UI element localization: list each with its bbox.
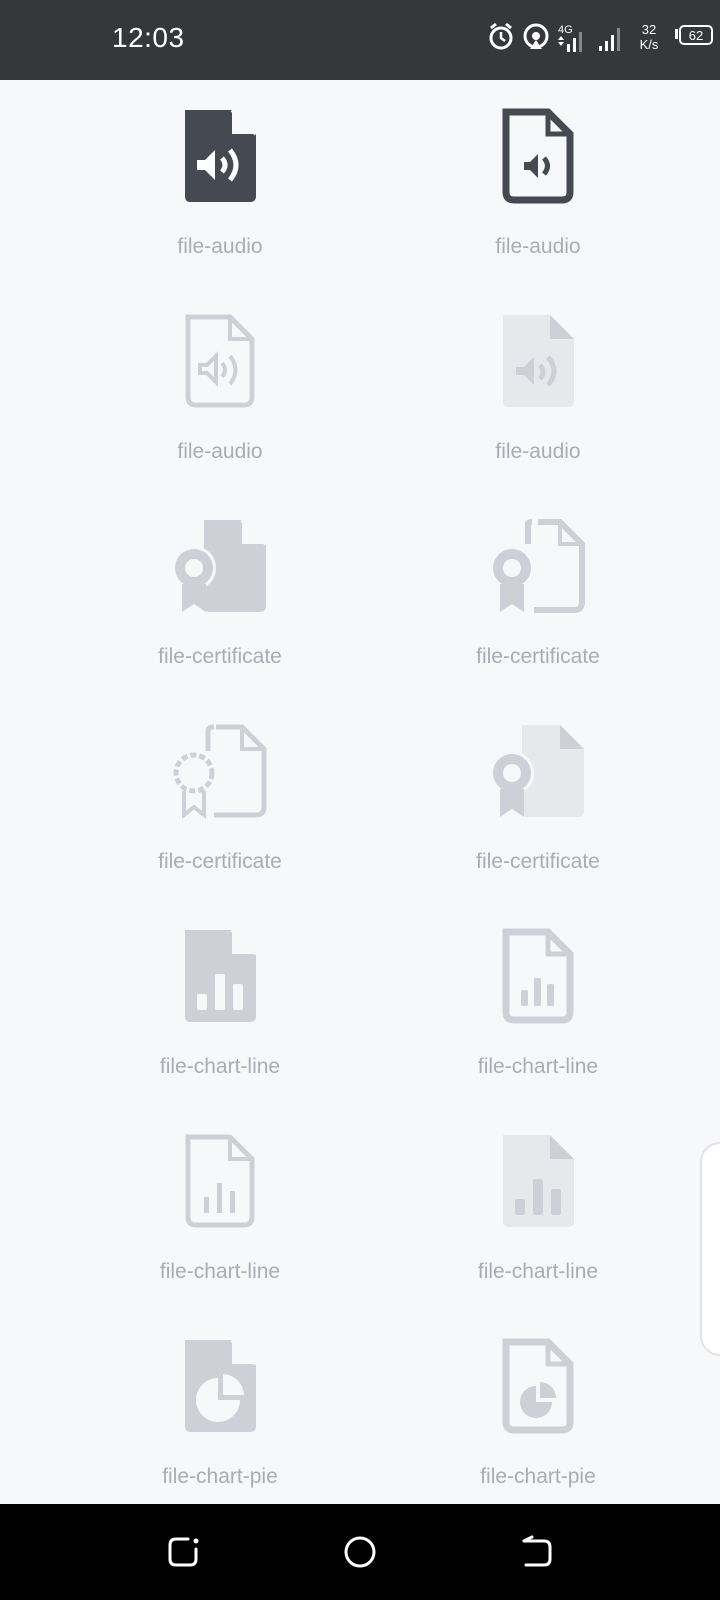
battery-icon: 62	[675, 25, 713, 45]
hotspot-icon	[523, 23, 549, 49]
back-icon[interactable]	[518, 1534, 554, 1570]
network-speed: 32 K/s	[634, 22, 664, 52]
icon-label: file-chart-line	[477, 1260, 599, 1283]
icon-label: file-chart-pie	[162, 1465, 278, 1488]
navigation-bar	[0, 1504, 720, 1600]
recents-icon[interactable]	[166, 1534, 202, 1570]
icon-card-file-audio-outline-light[interactable]: file-audio	[40, 285, 400, 490]
signal-icon	[599, 28, 620, 51]
icon-card-file-chart-line-outline-light[interactable]: file-chart-line	[40, 1105, 400, 1310]
file-chart-pie-icon	[502, 1338, 574, 1434]
icon-label: file-audio	[495, 440, 581, 463]
icon-label: file-certificate	[476, 645, 600, 668]
file-certificate-icon	[493, 519, 585, 613]
icon-card-file-certificate-outline-light[interactable]: file-certificate	[40, 695, 400, 900]
file-certificate-icon	[173, 724, 267, 819]
icon-label: file-certificate	[476, 850, 600, 873]
icon-card-file-chart-line-outline[interactable]: file-chart-line	[358, 900, 718, 1105]
icon-label: file-audio	[177, 440, 263, 463]
icon-card-file-chart-pie-solid[interactable]: file-chart-pie	[40, 1310, 400, 1504]
icon-card-file-certificate-outline[interactable]: file-certificate	[358, 490, 718, 695]
icon-card-file-audio-solid[interactable]: file-audio	[40, 80, 400, 285]
icon-card-file-chart-pie-outline[interactable]: file-chart-pie	[358, 1310, 718, 1504]
icon-label: file-chart-pie	[480, 1465, 596, 1488]
icon-card-file-chart-line-duotone[interactable]: file-chart-line	[358, 1105, 718, 1310]
icon-label: file-certificate	[158, 850, 282, 873]
file-certificate-icon	[490, 725, 584, 817]
icon-card-file-audio-outline[interactable]: file-audio	[358, 80, 718, 285]
icon-card-file-certificate-solid[interactable]: file-certificate	[40, 490, 400, 695]
icon-card-file-certificate-duotone[interactable]: file-certificate	[358, 695, 718, 900]
status-time: 12:03	[112, 22, 185, 53]
file-chart-line-icon	[185, 928, 258, 1022]
file-audio-icon	[503, 315, 574, 407]
icon-label: file-chart-line	[477, 1055, 599, 1078]
file-audio-icon	[185, 314, 255, 408]
file-chart-line-icon	[502, 928, 574, 1024]
status-bar: 12:03 4G 32 K/s 62	[0, 0, 720, 80]
icon-card-file-audio-duotone[interactable]: file-audio	[358, 285, 718, 490]
file-certificate-icon	[172, 518, 268, 612]
speed-value: 32	[641, 22, 657, 37]
icon-card-file-chart-line-solid[interactable]: file-chart-line	[40, 900, 400, 1105]
speed-unit: K/s	[639, 37, 659, 52]
icon-grid: file-audio file-audio file-audio file-au…	[0, 80, 720, 1504]
file-audio-icon	[502, 108, 574, 204]
icon-label: file-chart-line	[159, 1055, 281, 1078]
network-type: 4G	[558, 24, 573, 36]
icon-label: file-certificate	[158, 645, 282, 668]
file-audio-icon	[185, 108, 258, 202]
side-panel-handle[interactable]	[700, 1142, 720, 1356]
home-icon[interactable]	[342, 1534, 378, 1570]
alarm-icon	[489, 22, 513, 50]
battery-level: 62	[689, 28, 703, 43]
icon-label: file-chart-line	[159, 1260, 281, 1283]
file-chart-line-icon	[503, 1135, 574, 1227]
icon-label: file-audio	[177, 235, 263, 258]
file-chart-line-icon	[185, 1134, 255, 1228]
icon-label: file-audio	[495, 235, 581, 258]
signal-4g-icon: 4G	[558, 24, 582, 52]
file-chart-pie-icon	[185, 1338, 258, 1432]
